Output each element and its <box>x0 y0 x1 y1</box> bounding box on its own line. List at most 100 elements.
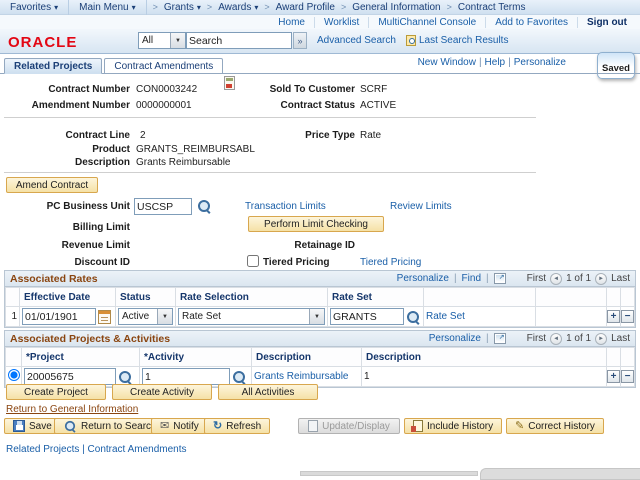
project-lookup-icon[interactable] <box>118 370 132 384</box>
rates-pager-last[interactable]: Last <box>611 273 630 284</box>
pc-business-unit-input[interactable] <box>134 198 192 215</box>
page-action-links: New Window | Help | Personalize <box>417 57 566 68</box>
retainage-id-label: Retainage ID <box>294 240 355 251</box>
tab-contract-amendments[interactable]: Contract Amendments <box>104 58 224 74</box>
breadcrumb-award-profile[interactable]: Award Profile <box>276 2 335 13</box>
search-go-button[interactable] <box>293 32 307 49</box>
return-to-general-information-link[interactable]: Return to General Information <box>6 404 138 415</box>
billing-limit-label: Billing Limit <box>72 222 130 233</box>
all-activities-button[interactable]: All Activities <box>218 384 318 400</box>
worklist-link[interactable]: Worklist <box>313 16 368 28</box>
rates-pager-prev-icon[interactable] <box>550 272 563 285</box>
contract-note-icon[interactable] <box>224 76 235 90</box>
effective-date-input[interactable] <box>22 308 96 325</box>
create-activity-button[interactable]: Create Activity <box>112 384 212 400</box>
description-label: Description <box>74 157 130 168</box>
breadcrumb-chevron-icon <box>153 2 158 13</box>
projects-pager: First 1 of 1 Last <box>527 332 630 345</box>
help-link[interactable]: Help <box>485 57 506 68</box>
include-history-button[interactable]: Include History <box>404 418 503 434</box>
review-limits-link[interactable]: Review Limits <box>390 201 452 212</box>
breadcrumb-awards[interactable]: Awards <box>218 2 258 13</box>
home-link[interactable]: Home <box>269 17 314 28</box>
pc-business-unit-lookup-icon[interactable] <box>197 199 211 213</box>
advanced-search-link[interactable]: Advanced Search <box>317 35 396 46</box>
transaction-limits-link[interactable]: Transaction Limits <box>245 201 326 212</box>
notify-button[interactable]: Notify <box>151 418 208 434</box>
rates-delete-row-button[interactable] <box>621 310 634 323</box>
activity-input[interactable] <box>142 368 230 385</box>
new-window-link[interactable]: New Window <box>418 57 476 68</box>
rates-header-empty <box>535 287 607 307</box>
amendment-number-label: Amendment Number <box>31 100 130 111</box>
rates-add-row-button[interactable] <box>607 310 620 323</box>
projects-zoom-grid-icon[interactable] <box>493 333 506 344</box>
rates-find-link[interactable]: Find <box>462 273 481 284</box>
activity-lookup-icon[interactable] <box>232 370 246 384</box>
divider <box>4 117 536 118</box>
sign-out-link[interactable]: Sign out <box>577 16 636 28</box>
projects-pager-next-icon[interactable] <box>595 332 608 345</box>
contract-number-label: Contract Number <box>48 84 130 95</box>
revenue-limit-label: Revenue Limit <box>61 240 130 251</box>
dropdown-arrow-icon[interactable] <box>170 33 185 48</box>
projects-header-project: *Project <box>21 347 140 367</box>
dropdown-arrow-icon[interactable] <box>309 309 324 324</box>
rate-set-link[interactable]: Rate Set <box>426 311 465 322</box>
projects-pager-prev-icon[interactable] <box>550 332 563 345</box>
perform-limit-checking-button[interactable]: Perform Limit Checking <box>248 216 384 232</box>
breadcrumb-favorites[interactable]: Favorites <box>10 2 58 13</box>
projects-add-row-button[interactable] <box>607 370 620 383</box>
project-input[interactable] <box>24 368 116 385</box>
projects-delete-row-button[interactable] <box>621 370 634 383</box>
add-to-favorites-link[interactable]: Add to Favorites <box>485 16 577 28</box>
projects-pager-last[interactable]: Last <box>611 333 630 344</box>
breadcrumb-general-information[interactable]: General Information <box>352 2 440 13</box>
search-scope-dropdown[interactable]: All <box>138 32 186 49</box>
last-search-results-link[interactable]: Last Search Results <box>419 35 509 46</box>
rates-personalize-link[interactable]: Personalize <box>397 273 449 284</box>
return-to-search-button[interactable]: Return to Search <box>54 418 166 434</box>
project-row-radio[interactable] <box>8 369 20 381</box>
rates-zoom-grid-icon[interactable] <box>493 273 506 284</box>
discount-id-label: Discount ID <box>74 257 130 268</box>
breadcrumb-chevron-icon <box>447 2 452 13</box>
tab-related-projects[interactable]: Related Projects <box>4 58 103 74</box>
rate-set-lookup-icon[interactable] <box>406 310 420 324</box>
multichannel-console-link[interactable]: MultiChannel Console <box>368 16 485 28</box>
rate-selection-dropdown[interactable]: Rate Set <box>178 308 325 325</box>
project-description-link[interactable]: Grants Reimbursable <box>254 371 348 382</box>
dropdown-arrow-icon[interactable] <box>157 309 172 324</box>
rates-header-empty <box>620 287 635 307</box>
personalize-link[interactable]: Personalize <box>514 57 566 68</box>
footer-contract-amendments-link[interactable]: Contract Amendments <box>88 444 187 455</box>
projects-pager-first[interactable]: First <box>527 333 546 344</box>
calendar-icon[interactable] <box>98 309 111 324</box>
create-project-button[interactable]: Create Project <box>6 384 106 400</box>
rates-pager-next-icon[interactable] <box>595 272 608 285</box>
associated-projects-title: Associated Projects & Activities <box>10 332 171 345</box>
save-button[interactable]: Save <box>4 418 61 434</box>
refresh-button[interactable]: Refresh <box>204 418 271 434</box>
amend-contract-button[interactable]: Amend Contract <box>6 177 98 193</box>
contract-number-value: CON0003242 <box>136 84 198 95</box>
rate-set-input[interactable] <box>330 308 404 325</box>
rates-pager: First 1 of 1 Last <box>527 272 630 285</box>
search-input[interactable] <box>186 32 292 49</box>
rates-pager-first[interactable]: First <box>527 273 546 284</box>
separator: | <box>82 444 85 455</box>
breadcrumb-main-menu[interactable]: Main Menu <box>79 2 135 13</box>
breadcrumb-grants[interactable]: Grants <box>164 2 201 13</box>
horizontal-scrollbar[interactable] <box>300 471 478 476</box>
correct-history-button[interactable]: Correct History <box>506 418 604 434</box>
separator <box>486 333 489 344</box>
status-value: Active <box>122 311 150 322</box>
footer-related-projects-link[interactable]: Related Projects <box>6 444 79 455</box>
save-icon <box>13 420 25 432</box>
notify-envelope-icon <box>160 421 169 432</box>
status-dropdown[interactable]: Active <box>118 308 173 325</box>
tiered-pricing-checkbox[interactable] <box>247 255 259 267</box>
projects-personalize-link[interactable]: Personalize <box>429 333 481 344</box>
include-history-icon <box>411 420 423 432</box>
tiered-pricing-link[interactable]: Tiered Pricing <box>360 257 421 268</box>
